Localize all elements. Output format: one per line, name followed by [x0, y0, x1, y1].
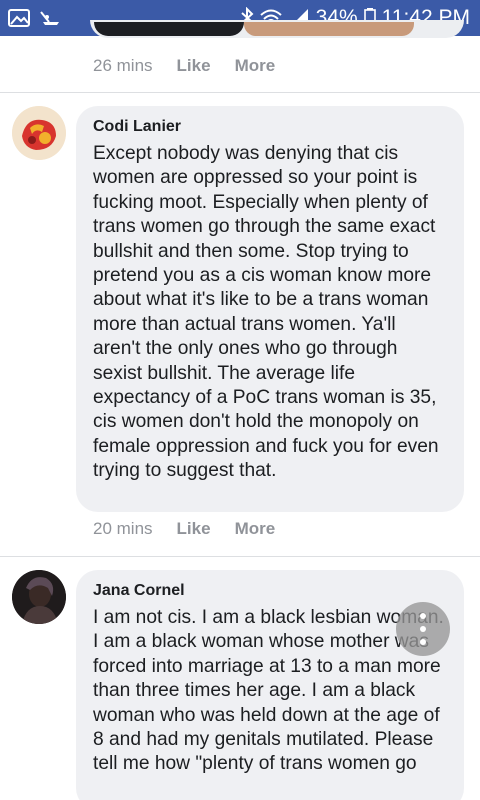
avatar[interactable] [12, 570, 66, 624]
previous-comment-bubble [90, 20, 464, 38]
more-vertical-icon [420, 613, 426, 619]
more-vertical-icon-dot [420, 626, 426, 632]
comment-meta: 20 mins Like More [93, 519, 275, 539]
previous-comment-image [94, 22, 244, 36]
comment-bubble: Jana Cornel I am not cis. I am a black l… [76, 570, 464, 800]
comment-text: I am not cis. I am a black lesbian woman… [93, 607, 444, 775]
comment-author[interactable]: Codi Lanier [93, 116, 447, 138]
like-button[interactable]: Like [177, 56, 211, 76]
divider [0, 556, 480, 557]
more-vertical-icon-dot [420, 639, 426, 645]
avatar[interactable] [12, 106, 66, 160]
app-notification-icon [38, 8, 62, 28]
previous-comment-image-part [244, 22, 414, 36]
more-button[interactable]: More [235, 56, 276, 76]
gallery-icon [8, 8, 30, 28]
divider [0, 92, 480, 93]
comment-time: 20 mins [93, 519, 153, 538]
more-button[interactable]: More [235, 519, 276, 539]
comment-text: Except nobody was denying that cis women… [93, 143, 439, 482]
floating-more-button[interactable] [396, 602, 450, 656]
comment-author[interactable]: Jana Cornel [93, 580, 447, 602]
like-button[interactable]: Like [177, 519, 211, 539]
comment-meta: 26 mins Like More [93, 56, 275, 76]
comment-time: 26 mins [93, 56, 153, 75]
comment-bubble: Codi Lanier Except nobody was denying th… [76, 106, 464, 512]
